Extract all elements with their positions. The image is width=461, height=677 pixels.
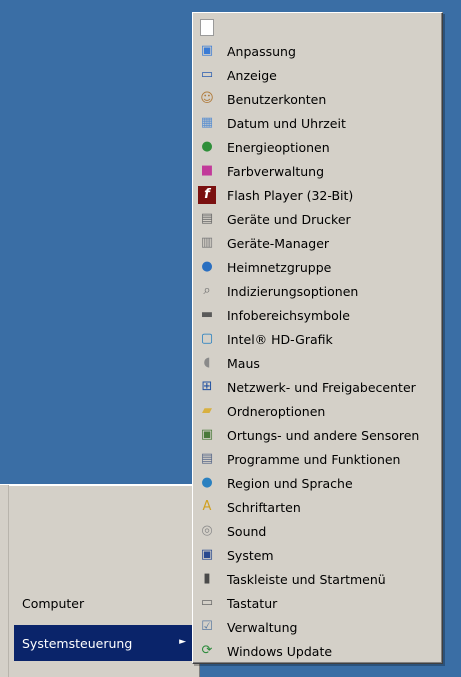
flyout-item-label: Datum und Uhrzeit (227, 115, 346, 131)
flyout-item[interactable]: ⌕ Indizierungsoptionen (196, 279, 439, 303)
flyout-item-label: Infobereichsymbole (227, 307, 350, 323)
network-sharing-icon: ⊞ (201, 379, 213, 394)
flyout-item-label: Geräte und Drucker (227, 211, 351, 227)
globe-region-icon: ● (201, 475, 213, 490)
flyout-item-label: Ortungs- und andere Sensoren (227, 427, 420, 443)
flyout-item[interactable]: ● Heimnetzgruppe (196, 255, 439, 279)
start-menu-item-label: Systemsteuerung (22, 635, 133, 651)
flyout-item[interactable]: A Schriftarten (196, 495, 439, 519)
flyout-item-label: System (227, 547, 274, 563)
fonts-icon: A (202, 499, 212, 514)
flyout-item-label: Sound (227, 523, 267, 539)
flyout-item[interactable]: ☑ Verwaltung (196, 615, 439, 639)
flyout-item-label: Schriftarten (227, 499, 301, 515)
flash-player-icon: f (198, 186, 216, 204)
flyout-item-label: Programme und Funktionen (227, 451, 401, 467)
flyout-item[interactable]: ▢ Intel® HD-Grafik (196, 327, 439, 351)
flyout-item-label: Region und Sprache (227, 475, 353, 491)
flyout-item[interactable]: ▣ Ortungs- und andere Sensoren (196, 423, 439, 447)
flyout-item[interactable]: ▣ Anpassung (196, 39, 439, 63)
flyout-item[interactable]: ⟳ Windows Update (196, 639, 439, 663)
battery-power-icon: ● (201, 139, 213, 154)
flyout-item-label: Flash Player (32-Bit) (227, 187, 354, 203)
flyout-item-label: Ordneroptionen (227, 403, 326, 419)
display-monitor-icon: ▭ (200, 67, 214, 82)
start-menu: Computer Systemsteuerung ► (0, 484, 200, 677)
flyout-item-label: Maus (227, 355, 260, 371)
device-manager-icon: ▥ (200, 235, 214, 250)
flyout-item[interactable]: ▰ Ordneroptionen (196, 399, 439, 423)
flyout-item-label: Netzwerk- und Freigabecenter (227, 379, 416, 395)
user-accounts-icon: ☺ (200, 91, 214, 106)
programs-features-icon: ▤ (200, 451, 214, 466)
flyout-item-label: Indizierungsoptionen (227, 283, 359, 299)
color-management-icon: ■ (200, 163, 214, 178)
flyout-item[interactable]: ▤ Programme und Funktionen (196, 447, 439, 471)
flyout-item[interactable]: ◖ Maus (196, 351, 439, 375)
flyout-item[interactable]: ▭ Tastatur (196, 591, 439, 615)
sound-speaker-icon: ◎ (201, 523, 213, 538)
notification-area-icon: ▬ (200, 307, 214, 322)
flyout-item[interactable]: ◎ Sound (196, 519, 439, 543)
flyout-item-label: Anpassung (227, 43, 296, 59)
flyout-item-label: Energieoptionen (227, 139, 330, 155)
flyout-item[interactable]: ☺ Benutzerkonten (196, 87, 439, 111)
flyout-item-blank[interactable] (196, 15, 439, 39)
keyboard-icon: ▭ (200, 595, 214, 610)
start-menu-side-strip (0, 485, 9, 677)
mouse-icon: ◖ (203, 355, 211, 370)
calendar-clock-icon: ▦ (200, 115, 214, 130)
indexing-magnifier-icon: ⌕ (203, 283, 211, 298)
flyout-item-label: Geräte-Manager (227, 235, 330, 251)
submenu-arrow-icon: ► (179, 637, 186, 647)
printer-icon: ▤ (200, 211, 214, 226)
personalization-icon: ▣ (200, 43, 214, 58)
homegroup-icon: ● (201, 259, 213, 274)
flyout-item[interactable]: ▣ System (196, 543, 439, 567)
flyout-item[interactable]: ▥ Geräte-Manager (196, 231, 439, 255)
folder-options-icon: ▰ (202, 403, 212, 418)
flyout-item[interactable]: ● Energieoptionen (196, 135, 439, 159)
flyout-item[interactable]: ▮ Taskleiste und Startmenü (196, 567, 439, 591)
start-menu-item-systemsteuerung[interactable]: Systemsteuerung ► (14, 625, 192, 661)
flyout-item-label: Heimnetzgruppe (227, 259, 332, 275)
flyout-item[interactable]: ▤ Geräte und Drucker (196, 207, 439, 231)
flyout-item-label: Anzeige (227, 67, 277, 83)
flyout-item-list: ▣ Anpassung ▭ Anzeige ☺ Benutzerkonten ▦ Datum … (196, 15, 439, 663)
start-menu-item-computer[interactable]: Computer (14, 585, 192, 621)
flyout-item-label: Windows Update (227, 643, 333, 659)
flyout-item[interactable]: f Flash Player (32-Bit) (196, 183, 439, 207)
start-menu-item-label: Computer (22, 595, 85, 611)
control-panel-flyout-menu: ▣ Anpassung ▭ Anzeige ☺ Benutzerkonten ▦ Datum … (192, 12, 443, 664)
intel-graphics-icon: ▢ (200, 331, 214, 346)
administrative-tools-icon: ☑ (201, 619, 213, 634)
taskbar-startmenu-icon: ▮ (203, 571, 211, 586)
flyout-item-label: Taskleiste und Startmenü (227, 571, 386, 587)
flyout-item[interactable]: ⊞ Netzwerk- und Freigabecenter (196, 375, 439, 399)
system-computer-icon: ▣ (200, 547, 214, 562)
blank-document-icon (200, 18, 214, 36)
flyout-item-label: Tastatur (227, 595, 278, 611)
flyout-item-label: Intel® HD-Grafik (227, 331, 333, 347)
flyout-item[interactable]: ■ Farbverwaltung (196, 159, 439, 183)
flyout-item-label: Farbverwaltung (227, 163, 325, 179)
flyout-item[interactable]: ▬ Infobereichsymbole (196, 303, 439, 327)
flyout-item[interactable]: ▦ Datum und Uhrzeit (196, 111, 439, 135)
flyout-item-label: Benutzerkonten (227, 91, 327, 107)
flyout-item-label: Verwaltung (227, 619, 298, 635)
location-sensors-icon: ▣ (200, 427, 214, 442)
windows-update-icon: ⟳ (201, 643, 213, 658)
flyout-item[interactable]: ▭ Anzeige (196, 63, 439, 87)
flyout-item[interactable]: ● Region und Sprache (196, 471, 439, 495)
